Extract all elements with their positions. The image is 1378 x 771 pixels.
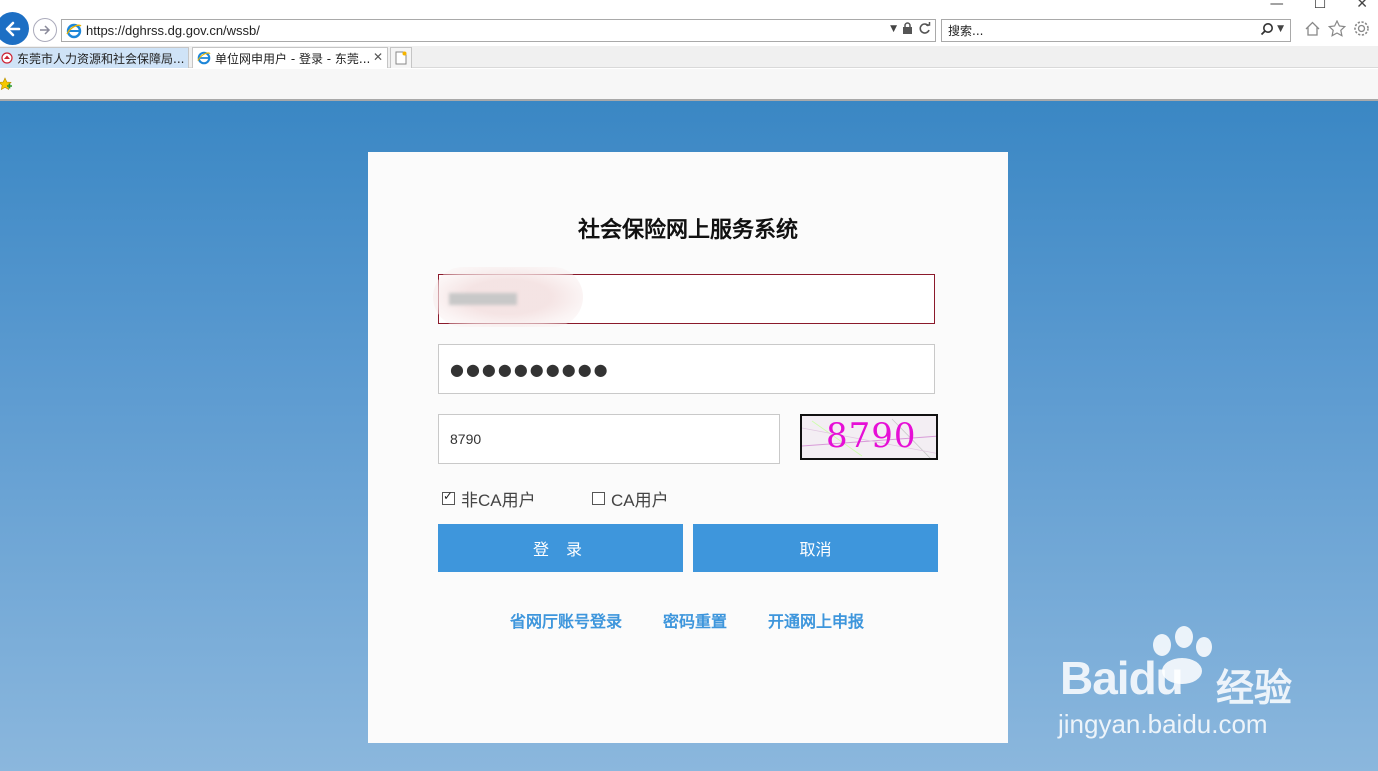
watermark-url: jingyan.baidu.com — [1058, 709, 1268, 739]
username-field[interactable] — [433, 267, 935, 327]
favorites-star-icon[interactable] — [1328, 20, 1346, 37]
tab-login-page[interactable]: 单位网申用户 - 登录 - 东莞... ✕ — [192, 47, 388, 68]
captcha-input[interactable] — [439, 415, 779, 463]
nonca-user-option[interactable]: 非CA用户 — [442, 486, 536, 511]
captcha-image[interactable]: 8790 — [800, 414, 938, 460]
minimize-icon[interactable]: — — [1270, 0, 1284, 12]
nonca-label: 非CA用户 — [461, 491, 536, 510]
site-favicon-icon — [1, 52, 13, 64]
page-title: 社会保险网上服务系统 — [577, 218, 798, 243]
address-bar[interactable]: https://dghrss.dg.gov.cn/wssb/ ▼ — [61, 19, 936, 42]
search-icon[interactable] — [1260, 22, 1274, 36]
close-window-icon[interactable]: ✕ — [1356, 0, 1368, 12]
redacted-username — [449, 293, 517, 305]
watermark-logo: Baidu — [1060, 652, 1184, 704]
ca-checkbox[interactable] — [592, 492, 605, 505]
tab-bar: 东莞市人力资源和社会保障局... 单位网申用户 - 登录 - 东莞... ✕ — [0, 46, 1378, 68]
tab-hrss-bureau[interactable]: 东莞市人力资源和社会保障局... — [0, 47, 189, 68]
baidu-jingyan-watermark: Baidu 经验 jingyan.baidu.com — [1056, 626, 1306, 767]
refresh-icon[interactable] — [918, 22, 931, 35]
settings-gear-icon[interactable] — [1353, 20, 1370, 37]
watermark-cn: 经验 — [1216, 666, 1293, 710]
login-card: 社会保险网上服务系统 ●●●●●●●●●● 8790 非CA用户 — [368, 152, 1008, 743]
forward-button[interactable] — [33, 18, 57, 42]
password-field[interactable]: ●●●●●●●●●● — [438, 344, 935, 394]
add-favorite-icon[interactable] — [0, 77, 12, 91]
password-mask: ●●●●●●●●●● — [450, 360, 610, 379]
page-background: 社会保险网上服务系统 ●●●●●●●●●● 8790 非CA用户 — [0, 101, 1378, 771]
ca-user-option[interactable]: CA用户 — [592, 486, 669, 511]
ie-page-icon — [66, 23, 82, 39]
lock-icon[interactable] — [902, 22, 913, 35]
back-arrow-icon — [5, 21, 20, 36]
ie-tab-icon — [197, 51, 211, 65]
password-reset-link[interactable]: 密码重置 — [663, 608, 727, 632]
nonca-checkbox[interactable] — [442, 489, 455, 505]
tab-label: 单位网申用户 - 登录 - 东莞... — [215, 51, 371, 66]
provincial-account-login-link[interactable]: 省网厅账号登录 — [510, 608, 622, 632]
search-input[interactable] — [948, 22, 1238, 39]
search-dropdown-icon[interactable]: ▼ — [1277, 24, 1284, 34]
open-online-declaration-link[interactable]: 开通网上申报 — [768, 608, 864, 632]
tab-label: 东莞市人力资源和社会保障局... — [17, 51, 185, 66]
tab-close-icon[interactable]: ✕ — [373, 50, 383, 64]
home-icon[interactable] — [1304, 20, 1321, 37]
ca-label: CA用户 — [611, 491, 669, 510]
address-text[interactable]: https://dghrss.dg.gov.cn/wssb/ — [86, 23, 260, 38]
captcha-field[interactable] — [438, 414, 780, 464]
new-tab-button[interactable] — [390, 47, 412, 68]
cancel-button[interactable]: 取消 — [693, 524, 938, 572]
dropdown-icon[interactable]: ▼ — [890, 24, 897, 34]
search-bar[interactable]: ▼ — [941, 19, 1291, 42]
maximize-icon[interactable]: ☐ — [1314, 0, 1327, 12]
back-button[interactable] — [0, 12, 29, 45]
forward-arrow-icon — [40, 25, 51, 35]
favorites-bar — [0, 69, 1378, 101]
new-tab-icon — [395, 51, 407, 65]
browser-toolbar: https://dghrss.dg.gov.cn/wssb/ ▼ ▼ — ☐ ✕ — [0, 0, 1378, 46]
captcha-text: 8790 — [826, 416, 917, 456]
login-button[interactable]: 登 录 — [438, 524, 683, 572]
